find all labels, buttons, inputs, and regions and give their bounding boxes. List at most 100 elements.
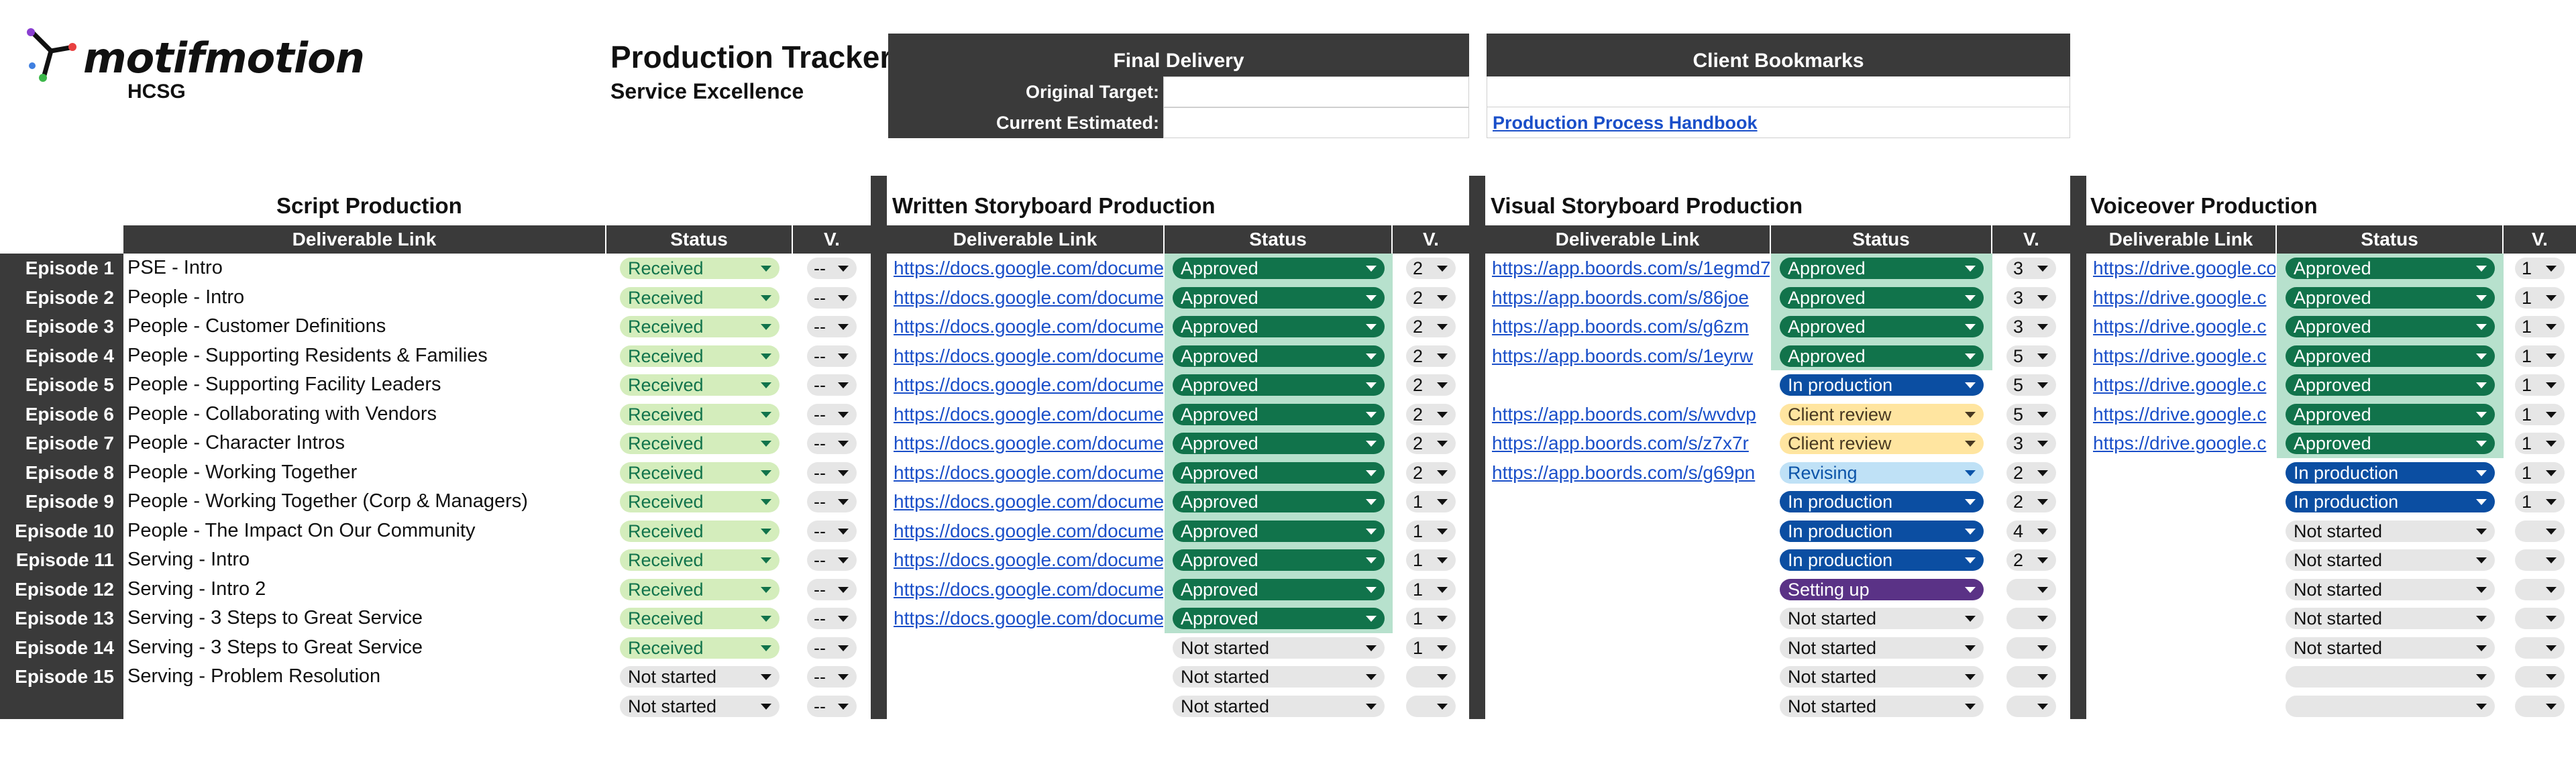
version-dropdown[interactable] [2515,549,2565,571]
voiceover-deliverable-link[interactable] [2093,545,2275,575]
written-deliverable-link[interactable]: https://docs.google.com/documen [894,370,1163,400]
version-dropdown[interactable] [2515,666,2565,688]
version-dropdown[interactable]: 2 [1406,374,1456,396]
voiceover-status-dropdown[interactable]: Not started [2286,578,2495,600]
voiceover-status-dropdown[interactable]: Approved [2286,345,2495,367]
version-dropdown[interactable] [2515,637,2565,659]
script-status-dropdown[interactable]: Received [620,520,780,542]
visual-deliverable-link[interactable]: https://app.boords.com/s/86joe [1492,283,1770,313]
version-dropdown[interactable]: 2 [1406,433,1456,454]
voiceover-deliverable-link[interactable] [2093,633,2275,663]
version-dropdown[interactable] [2006,637,2056,659]
written-status-dropdown[interactable]: Not started [1173,695,1385,717]
visual-status-dropdown[interactable]: Client review [1780,433,1984,454]
visual-deliverable-link[interactable] [1492,516,1770,546]
version-dropdown[interactable]: 2 [1406,286,1456,309]
version-dropdown[interactable]: 5 [2006,403,2056,425]
visual-status-dropdown[interactable]: In production [1780,491,1984,512]
visual-deliverable-link[interactable]: https://app.boords.com/s/g6zm [1492,312,1770,341]
version-dropdown[interactable]: 2 [2006,461,2056,484]
version-dropdown[interactable]: 1 [1406,608,1456,629]
version-dropdown[interactable] [2515,520,2565,542]
visual-deliverable-link[interactable]: https://app.boords.com/s/1egmd7 [1492,254,1770,283]
version-dropdown[interactable]: -- [807,433,857,454]
written-deliverable-link[interactable]: https://docs.google.com/documen [894,487,1163,516]
visual-status-dropdown[interactable]: Not started [1780,608,1984,629]
version-dropdown[interactable]: 3 [2006,316,2056,337]
version-dropdown[interactable]: 3 [2006,286,2056,309]
voiceover-status-dropdown[interactable]: Approved [2286,374,2495,396]
version-dropdown[interactable] [2006,608,2056,629]
visual-deliverable-link[interactable] [1492,370,1770,400]
version-dropdown[interactable]: 3 [2006,433,2056,454]
voiceover-status-dropdown[interactable]: Not started [2286,608,2495,629]
script-status-dropdown[interactable]: Not started [620,695,780,717]
script-status-dropdown[interactable]: Received [620,316,780,337]
written-deliverable-link[interactable]: https://docs.google.com/documen [894,283,1163,313]
version-dropdown[interactable]: 2 [1406,345,1456,367]
version-dropdown[interactable]: 1 [1406,637,1456,659]
visual-status-dropdown[interactable]: In production [1780,549,1984,571]
version-dropdown[interactable] [1406,695,1456,717]
version-dropdown[interactable]: 1 [2515,345,2565,367]
version-dropdown[interactable]: -- [807,491,857,512]
written-status-dropdown[interactable]: Approved [1173,286,1385,309]
script-status-dropdown[interactable]: Received [620,433,780,454]
version-dropdown[interactable] [1406,666,1456,688]
version-dropdown[interactable]: 1 [2515,461,2565,484]
visual-deliverable-link[interactable]: https://app.boords.com/s/1eyrw [1492,341,1770,371]
version-dropdown[interactable] [2515,578,2565,600]
written-status-dropdown[interactable]: Approved [1173,403,1385,425]
written-status-dropdown[interactable]: Not started [1173,637,1385,659]
version-dropdown[interactable] [2515,608,2565,629]
visual-deliverable-link[interactable] [1492,487,1770,516]
script-status-dropdown[interactable]: Received [620,345,780,367]
voiceover-deliverable-link[interactable] [2093,575,2275,604]
voiceover-status-dropdown[interactable]: Not started [2286,549,2495,571]
visual-status-dropdown[interactable]: Not started [1780,666,1984,688]
version-dropdown[interactable]: 2 [1406,403,1456,425]
version-dropdown[interactable]: 1 [1406,549,1456,571]
written-status-dropdown[interactable]: Approved [1173,316,1385,337]
version-dropdown[interactable]: 1 [2515,403,2565,425]
written-status-dropdown[interactable]: Approved [1173,461,1385,484]
written-deliverable-link[interactable]: https://docs.google.com/documen [894,604,1163,633]
written-status-dropdown[interactable]: Approved [1173,345,1385,367]
written-deliverable-link[interactable]: https://docs.google.com/documen [894,312,1163,341]
visual-deliverable-link[interactable] [1492,662,1770,692]
version-dropdown[interactable] [2006,695,2056,717]
voiceover-status-dropdown[interactable]: Not started [2286,637,2495,659]
written-deliverable-link[interactable] [894,662,1163,692]
version-dropdown[interactable]: -- [807,345,857,367]
version-dropdown[interactable]: -- [807,461,857,484]
written-status-dropdown[interactable]: Approved [1173,520,1385,542]
version-dropdown[interactable]: 2 [1406,461,1456,484]
version-dropdown[interactable]: 2 [2006,549,2056,571]
version-dropdown[interactable]: 2 [1406,258,1456,279]
voiceover-deliverable-link[interactable] [2093,516,2275,546]
version-dropdown[interactable]: -- [807,578,857,600]
version-dropdown[interactable]: 5 [2006,345,2056,367]
version-dropdown[interactable]: 1 [1406,520,1456,542]
voiceover-deliverable-link[interactable]: https://drive.google.co [2093,254,2275,283]
written-deliverable-link[interactable]: https://docs.google.com/documen [894,575,1163,604]
written-status-dropdown[interactable]: Approved [1173,258,1385,279]
voiceover-deliverable-link[interactable] [2093,662,2275,692]
version-dropdown[interactable]: -- [807,403,857,425]
script-status-dropdown[interactable]: Received [620,374,780,396]
visual-status-dropdown[interactable]: Not started [1780,637,1984,659]
script-status-dropdown[interactable]: Not started [620,666,780,688]
version-dropdown[interactable]: -- [807,695,857,717]
voiceover-deliverable-link[interactable]: https://drive.google.c [2093,341,2275,371]
written-deliverable-link[interactable] [894,633,1163,663]
visual-status-dropdown[interactable]: Approved [1780,345,1984,367]
voiceover-status-dropdown[interactable]: Approved [2286,258,2495,279]
visual-deliverable-link[interactable] [1492,692,1770,721]
version-dropdown[interactable]: 2 [1406,316,1456,337]
version-dropdown[interactable]: -- [807,520,857,542]
script-status-dropdown[interactable]: Received [620,403,780,425]
version-dropdown[interactable]: -- [807,666,857,688]
script-status-dropdown[interactable]: Received [620,637,780,659]
written-status-dropdown[interactable]: Approved [1173,374,1385,396]
voiceover-status-dropdown[interactable] [2286,666,2495,688]
